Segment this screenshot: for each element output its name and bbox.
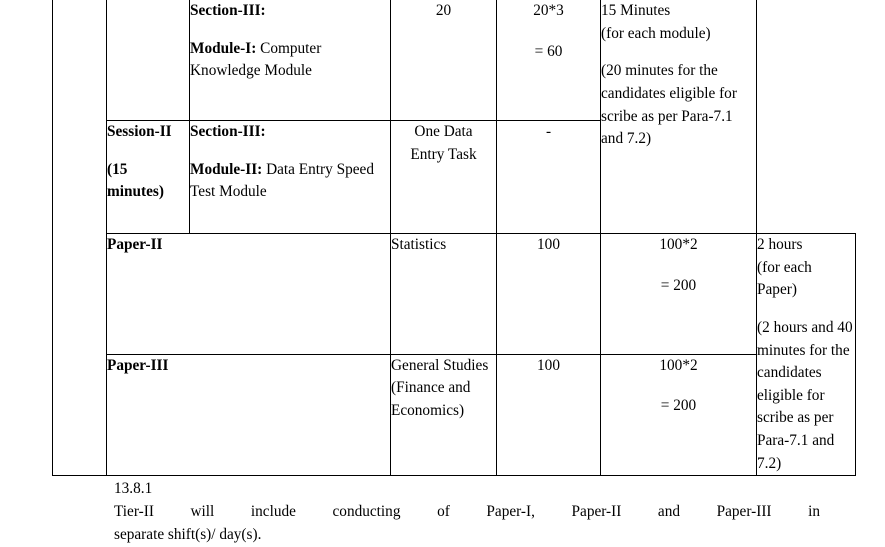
subject-cell-paper-iii: General Studies (Finance and Economics) bbox=[390, 353, 497, 477]
session-cell-session-ii: Session-II (15 minutes) bbox=[106, 120, 190, 234]
duration-primary: 2 hours bbox=[757, 236, 803, 253]
duration-primary: 15 Minutes bbox=[601, 2, 671, 19]
session-duration-line2: minutes) bbox=[107, 183, 164, 201]
marks-expression: 20*3 bbox=[533, 2, 564, 19]
paper-label-paper-iii: Paper-III bbox=[106, 353, 391, 477]
module-label: Module-II: bbox=[190, 160, 263, 178]
marks-expression: 100*2 bbox=[659, 236, 698, 253]
document-page: Section-III: Module-I: Computer Knowledg… bbox=[0, 0, 885, 543]
duration-scribe-note: (20 minutes for the candidates eligible … bbox=[601, 62, 737, 148]
section-cell-module-i: Section-III: Module-I: Computer Knowledg… bbox=[189, 0, 391, 121]
exam-scheme-table: Section-III: Module-I: Computer Knowledg… bbox=[52, 0, 856, 477]
clause-number: 13.8.1 bbox=[114, 480, 153, 497]
marks-cell-paper-ii: 100*2 = 200 bbox=[600, 233, 757, 355]
subject-cell-paper-ii: Statistics bbox=[390, 233, 497, 355]
duration-cell-session-ii: 15 Minutes (for each module) (20 minutes… bbox=[600, 0, 757, 234]
duration-scope: (for each module) bbox=[601, 24, 711, 42]
clause-text: Tier-II will include conducting of Paper… bbox=[114, 501, 820, 547]
marks-total: = 200 bbox=[660, 276, 697, 294]
questions-cell-paper-ii: 100 bbox=[496, 233, 601, 355]
duration-scribe-note: (2 hours and 40 minutes for the candidat… bbox=[757, 318, 853, 472]
questions-cell-module-i: 20 bbox=[390, 0, 497, 121]
duration-cell-papers: 2 hours (for each Paper) (2 hours and 40… bbox=[756, 232, 856, 477]
table-row: Paper-III General Studies (Finance and E… bbox=[53, 353, 856, 477]
clause-line-2: separate shift(s)/ day(s). bbox=[114, 525, 262, 543]
marks-cell-module-ii: - bbox=[496, 120, 601, 234]
duration-scope: (for each Paper) bbox=[757, 258, 812, 299]
session-duration-line1: (15 bbox=[107, 160, 128, 178]
questions-cell-paper-iii: 100 bbox=[496, 353, 601, 477]
paper-label-paper-ii: Paper-II bbox=[106, 233, 391, 355]
clause-13-8-1: 13.8.1 Tier-II will include conducting o… bbox=[114, 478, 820, 547]
table-row: Paper-II Statistics 100 100*2 = 200 2 ho… bbox=[53, 232, 856, 477]
session-label: Session-II bbox=[107, 123, 172, 140]
marks-total: = 200 bbox=[660, 397, 697, 415]
marks-total: = 60 bbox=[534, 42, 563, 60]
marks-cell-module-i: 20*3 = 60 bbox=[496, 0, 601, 121]
section-heading: Section-III: bbox=[190, 2, 266, 19]
module-label: Module-I: bbox=[190, 39, 257, 57]
section-heading: Section-III: bbox=[190, 123, 266, 140]
questions-cell-module-ii: One Data Entry Task bbox=[390, 120, 497, 234]
marks-expression: 100*2 bbox=[659, 356, 698, 374]
section-cell-module-ii: Section-III: Module-II: Data Entry Speed… bbox=[189, 120, 391, 234]
module-description: Module-I: Computer Knowledge Module bbox=[190, 38, 390, 83]
task-line2: Entry Task bbox=[410, 145, 477, 163]
paper-i-continuation-cell bbox=[52, 0, 107, 477]
module-description: Module-II: Data Entry Speed Test Module bbox=[190, 159, 390, 204]
clause-line-1: Tier-II will include conducting of Paper… bbox=[114, 502, 820, 520]
task-line1: One Data bbox=[414, 123, 473, 140]
marks-cell-paper-iii: 100*2 = 200 bbox=[600, 353, 757, 477]
table-row: Section-III: Module-I: Computer Knowledg… bbox=[52, 0, 856, 477]
session-cell-row1 bbox=[106, 0, 190, 121]
